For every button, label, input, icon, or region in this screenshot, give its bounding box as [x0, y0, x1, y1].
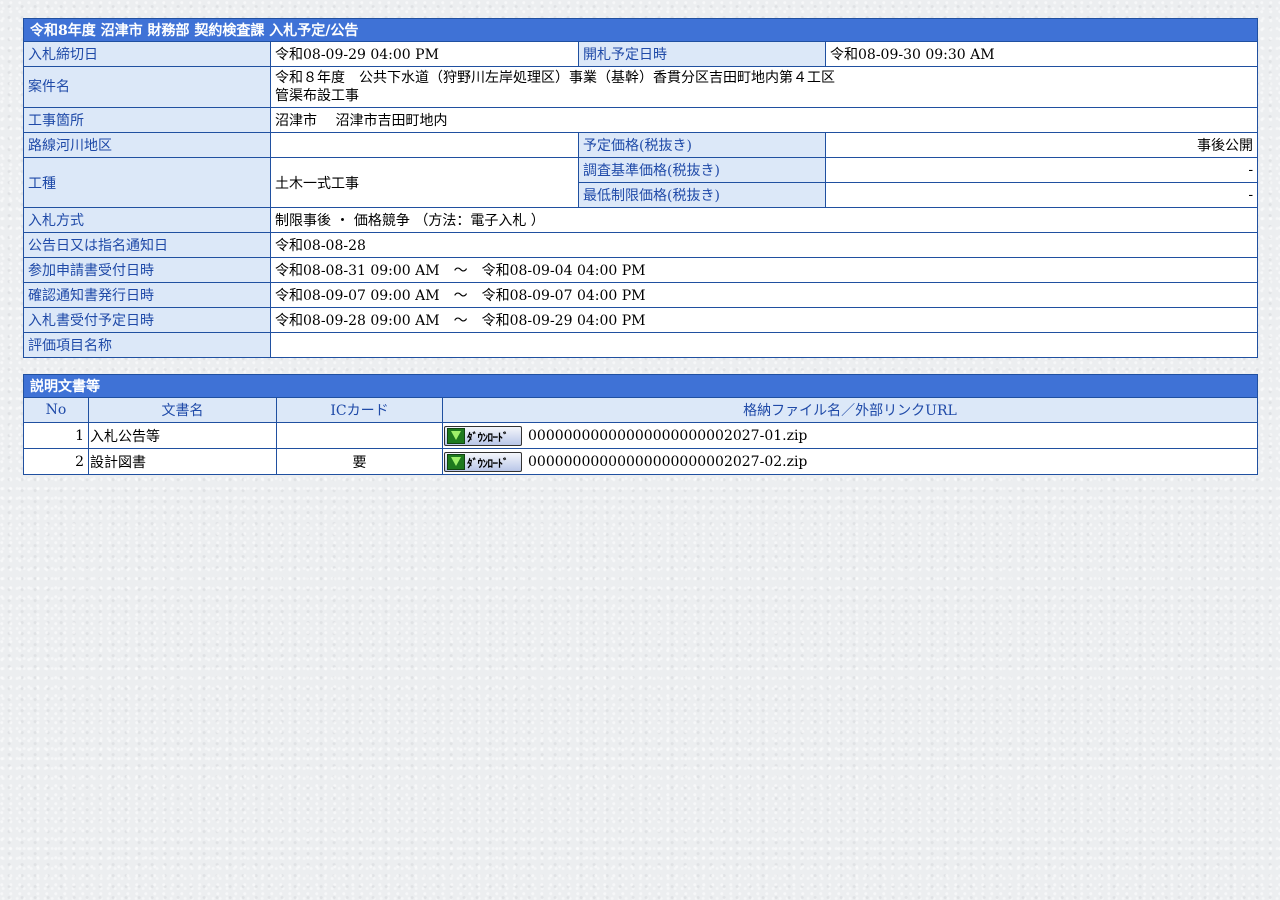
planned-price-label: 予定価格(税抜き) — [578, 132, 826, 158]
case-name-label: 案件名 — [23, 66, 271, 108]
site-value: 沼津市 沼津市吉田町地内 — [269, 107, 1259, 133]
col-header-ic-card: ICカード — [276, 397, 443, 423]
row-doc-name: 入札公告等 — [88, 422, 277, 449]
receipt-label: 入札書受付予定日時 — [23, 307, 271, 333]
table-row: 1 入札公告等 ﾀﾞｳﾝﾛｰﾄﾞ 00000000000000000000002… — [23, 422, 1258, 449]
application-label: 参加申請書受付日時 — [23, 257, 271, 283]
case-name-line1: 令和８年度 公共下水道（狩野川左岸処理区）事業（基幹）香貫分区吉田町地内第４工区 — [275, 70, 835, 86]
eval-value — [269, 332, 1259, 358]
download-icon — [447, 453, 465, 470]
bid-method-label: 入札方式 — [23, 207, 271, 233]
work-type-label: 工種 — [23, 157, 271, 208]
planned-price-value: 事後公開 — [824, 132, 1259, 158]
case-name-value: 令和８年度 公共下水道（狩野川左岸処理区）事業（基幹）香貫分区吉田町地内第４工区… — [269, 66, 1259, 108]
page-content: 令和8年度 沼津市 財務部 契約検査課 入札予定/公告 入札締切日 令和08-0… — [22, 18, 1259, 475]
min-price-label: 最低制限価格(税抜き) — [578, 182, 826, 208]
documents-table: 説明文書等 No 文書名 ICカード 格納ファイル名／外部リンクURL 1 入札… — [23, 374, 1258, 475]
documents-title: 説明文書等 — [23, 374, 1258, 398]
col-header-file: 格納ファイル名／外部リンクURL — [442, 397, 1258, 423]
download-button-label: ﾀﾞｳﾝﾛｰﾄﾞ — [467, 456, 509, 470]
download-icon — [447, 427, 465, 444]
work-type-value: 土木一式工事 — [270, 157, 579, 208]
route-value — [270, 132, 579, 158]
confirm-value: 令和08-09-07 09:00 AM ～ 令和08-09-07 04:00 P… — [269, 282, 1259, 308]
bid-info-title: 令和8年度 沼津市 財務部 契約検査課 入札予定/公告 — [22, 18, 1259, 42]
download-button[interactable]: ﾀﾞｳﾝﾛｰﾄﾞ — [444, 425, 522, 446]
bid-method-value: 制限事後 ・ 価格競争 （方法：電子入札 ） — [269, 207, 1259, 233]
confirm-label: 確認通知書発行日時 — [23, 282, 271, 308]
route-label: 路線河川地区 — [23, 132, 271, 158]
bid-info-table: 令和8年度 沼津市 財務部 契約検査課 入札予定/公告 入札締切日 令和08-0… — [22, 18, 1259, 358]
download-button[interactable]: ﾀﾞｳﾝﾛｰﾄﾞ — [444, 451, 522, 472]
row-no: 2 — [23, 448, 89, 475]
row-ic-card — [276, 422, 443, 449]
row-file: ﾀﾞｳﾝﾛｰﾄﾞ 00000000000000000000002027-01.z… — [442, 422, 1258, 449]
opening-label: 開札予定日時 — [578, 41, 826, 67]
col-header-doc-name: 文書名 — [88, 397, 277, 423]
site-label: 工事箇所 — [23, 107, 271, 133]
receipt-value: 令和08-09-28 09:00 AM ～ 令和08-09-29 04:00 P… — [269, 307, 1259, 333]
notice-date-value: 令和08-08-28 — [269, 232, 1259, 258]
row-file: ﾀﾞｳﾝﾛｰﾄﾞ 00000000000000000000002027-02.z… — [442, 448, 1258, 475]
opening-value: 令和08-09-30 09:30 AM — [824, 41, 1259, 67]
notice-date-label: 公告日又は指名通知日 — [23, 232, 271, 258]
row-ic-card: 要 — [276, 448, 443, 475]
row-doc-name: 設計図書 — [88, 448, 277, 475]
bid-deadline-label: 入札締切日 — [23, 41, 271, 67]
file-name: 00000000000000000000002027-02.zip — [528, 453, 808, 470]
survey-price-label: 調査基準価格(税抜き) — [578, 157, 826, 183]
survey-price-value: - — [824, 157, 1259, 183]
eval-label: 評価項目名称 — [23, 332, 271, 358]
download-button-label: ﾀﾞｳﾝﾛｰﾄﾞ — [467, 430, 509, 444]
case-name-line2: 管渠布設工事 — [275, 88, 359, 104]
min-price-value: - — [824, 182, 1259, 208]
col-header-no: No — [23, 397, 89, 423]
bid-deadline-value: 令和08-09-29 04:00 PM — [270, 41, 579, 67]
table-row: 2 設計図書 要 ﾀﾞｳﾝﾛｰﾄﾞ 0000000000000000000000… — [23, 448, 1258, 475]
row-no: 1 — [23, 422, 89, 449]
application-value: 令和08-08-31 09:00 AM ～ 令和08-09-04 04:00 P… — [269, 257, 1259, 283]
file-name: 00000000000000000000002027-01.zip — [528, 427, 808, 444]
